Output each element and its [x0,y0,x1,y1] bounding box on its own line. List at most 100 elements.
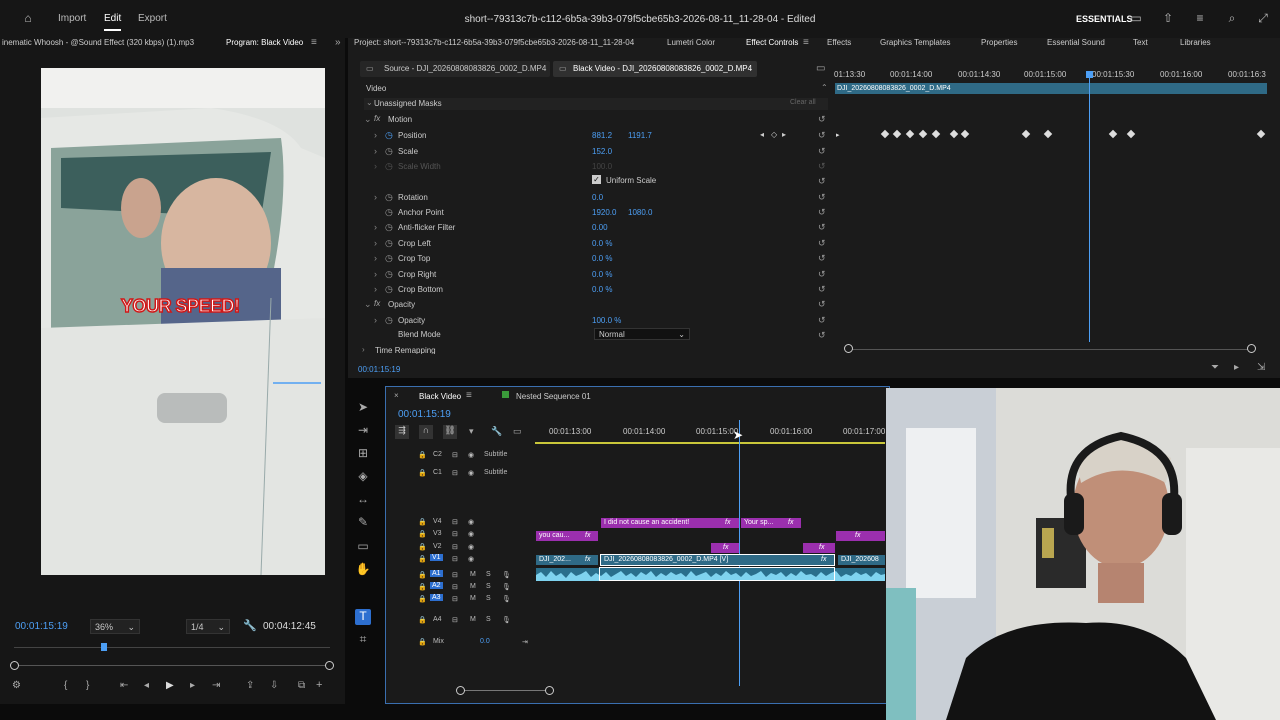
snap-icon[interactable]: ∩ [419,425,433,439]
import-tab[interactable]: Import [58,13,86,24]
step-back-icon[interactable]: ◂ [144,680,149,691]
lock-icon[interactable]: 🔒 [418,555,427,563]
scale-value[interactable]: 152.0 [592,147,612,156]
slip-tool-icon[interactable]: ↔ [355,492,371,508]
stopwatch-icon[interactable]: ◷ [385,222,393,233]
chevron-right-icon[interactable]: › [374,269,377,279]
antiflicker-value[interactable]: 0.00 [592,223,608,232]
sync-icon[interactable]: ⊟ [452,530,458,538]
sequence-tab-nested[interactable]: Nested Sequence 01 [516,392,591,401]
stopwatch-icon[interactable]: ◷ [385,192,393,203]
stopwatch-icon[interactable]: ◷ [385,207,393,218]
program-timecode[interactable]: 00:01:15:19 [15,621,68,632]
workspace-icon[interactable]: ▭ [1130,12,1142,24]
crop-right-row[interactable]: › ◷ Crop Right 0.0 % [372,268,832,282]
program-playhead[interactable] [101,643,107,651]
eye-icon[interactable]: ◉ [468,530,474,538]
eye-icon[interactable]: ◉ [468,555,474,563]
program-ruler[interactable] [14,638,330,648]
settings-icon[interactable]: ⚙ [12,680,21,691]
track-v3-header[interactable]: 🔒 V3 ⊟ ◉ [388,529,534,542]
mute-button[interactable]: M [470,583,476,590]
reset-crop-top-icon[interactable]: ↺ [818,253,828,263]
stopwatch-icon[interactable]: ◷ [385,284,393,295]
selection-tool-icon[interactable]: ➤ [355,400,371,416]
zoom-handle-right[interactable] [325,661,334,670]
position-row[interactable]: › ◷ Position 881.2 1191.7 ◂ ◇ ▸ [372,129,832,143]
lock-icon[interactable]: 🔒 [418,583,427,591]
ec-clip-bar[interactable]: DJI_20260808083826_0002_D.MP4 [835,83,1267,94]
ec-zoom-handle-left[interactable] [844,344,853,353]
track-v1-header[interactable]: 🔒 V1 ⊟ ◉ [388,554,534,567]
mic-icon[interactable]: 🎙 [502,616,511,624]
solo-button[interactable]: S [486,583,491,590]
export-tab[interactable]: Export [138,13,167,24]
next-keyframe-icon[interactable]: ▸ [782,130,786,139]
reset-blend-icon[interactable]: ↺ [818,330,828,340]
ec-zoom-bar[interactable] [848,349,1252,350]
tab-essential-sound[interactable]: Essential Sound [1047,38,1105,47]
reset-crop-bottom-icon[interactable]: ↺ [818,284,828,294]
tab-effect-controls[interactable]: Effect Controls [746,38,798,47]
sync-icon[interactable]: ⊟ [452,518,458,526]
stopwatch-icon[interactable]: ◷ [385,130,393,141]
solo-button[interactable]: S [486,595,491,602]
rotation-value[interactable]: 0.0 [592,193,603,202]
crop-top-row[interactable]: › ◷ Crop Top 0.0 % [372,252,832,266]
sync-icon[interactable]: ⊟ [452,616,458,624]
wrench-icon[interactable]: 🔧 [491,426,502,437]
lock-icon[interactable]: 🔒 [418,616,427,624]
close-icon[interactable]: × [394,391,399,400]
stopwatch-icon[interactable]: ◷ [385,238,393,249]
track-label[interactable]: V1 [430,554,443,561]
track-mix-header[interactable]: 🔒 Mix 0.0 ⇥ [388,637,534,650]
go-to-end-icon[interactable]: ⇥ [522,638,528,646]
add-button-icon[interactable]: + [316,679,322,691]
clip-v3-right[interactable]: fx [836,531,885,541]
eye-icon[interactable]: ◉ [468,518,474,526]
lock-icon[interactable]: 🔒 [418,469,427,477]
nest-icon[interactable]: ⇶ [395,425,409,439]
zoom-handle-left[interactable] [10,661,19,670]
add-keyframe-icon[interactable]: ◇ [771,130,777,139]
linked-selection-icon[interactable]: ⛓ [443,425,457,439]
quality-select[interactable]: 1/4 ⌄ [186,619,230,634]
eye-icon[interactable]: ◉ [468,469,474,477]
motion-row[interactable]: ⌄ fx Motion [364,113,832,127]
chevron-right-icon[interactable]: › [374,315,377,325]
toggle-timeline-icon[interactable]: ▭ [816,63,825,74]
chevron-right-icon[interactable]: › [374,238,377,248]
mix-value[interactable]: 0.0 [480,638,490,645]
chevron-right-icon[interactable]: › [374,192,377,202]
sync-icon[interactable]: ⊟ [452,543,458,551]
hand-tool-icon[interactable]: ✋ [355,562,371,578]
position-y-value[interactable]: 1191.7 [628,131,652,140]
reset-crop-right-icon[interactable]: ↺ [818,269,828,279]
clip-dji-v1-c[interactable]: DJI_202608 [838,555,885,565]
sync-icon[interactable]: ⊟ [452,571,458,579]
scale-row[interactable]: › ◷ Scale 152.0 [372,145,832,159]
lock-icon[interactable]: 🔒 [418,571,427,579]
caption-text[interactable]: YOUR SPEED! [120,295,241,317]
reset-opacity-icon[interactable]: ↺ [818,315,828,325]
ec-timecode[interactable]: 00:01:15:19 [358,365,400,374]
reset-motion-icon[interactable]: ↺ [818,114,828,124]
solo-button[interactable]: S [486,616,491,623]
timeline-ruler[interactable]: 00:01:13:00 00:01:14:00 00:01:15:00 00:0… [535,425,885,445]
share-icon[interactable]: ⇧ [1162,12,1174,24]
tab-graphics-templates[interactable]: Graphics Templates [880,38,951,47]
timeline-zoom-bar[interactable] [461,690,551,691]
sync-icon[interactable]: ⊟ [452,451,458,459]
sync-icon[interactable]: ⊟ [452,595,458,603]
reset-rotation-icon[interactable]: ↺ [818,192,828,202]
caption-tool-icon[interactable]: ⌗ [355,632,371,648]
marker-icon[interactable]: ▾ [469,426,474,437]
reset-antiflicker-icon[interactable]: ↺ [818,222,828,232]
anchor-x-value[interactable]: 1920.0 [592,208,616,217]
play-audio-icon[interactable]: ▸ [1234,362,1239,373]
chevron-right-icon[interactable]: › [362,345,365,354]
chevron-right-icon[interactable]: › [374,253,377,263]
ec-playhead[interactable] [1089,72,1090,342]
clip-dji-v1-a[interactable]: DJI_202... fx [536,555,598,565]
clip-accident-text[interactable]: I did not cause an accident! fx [601,518,739,528]
